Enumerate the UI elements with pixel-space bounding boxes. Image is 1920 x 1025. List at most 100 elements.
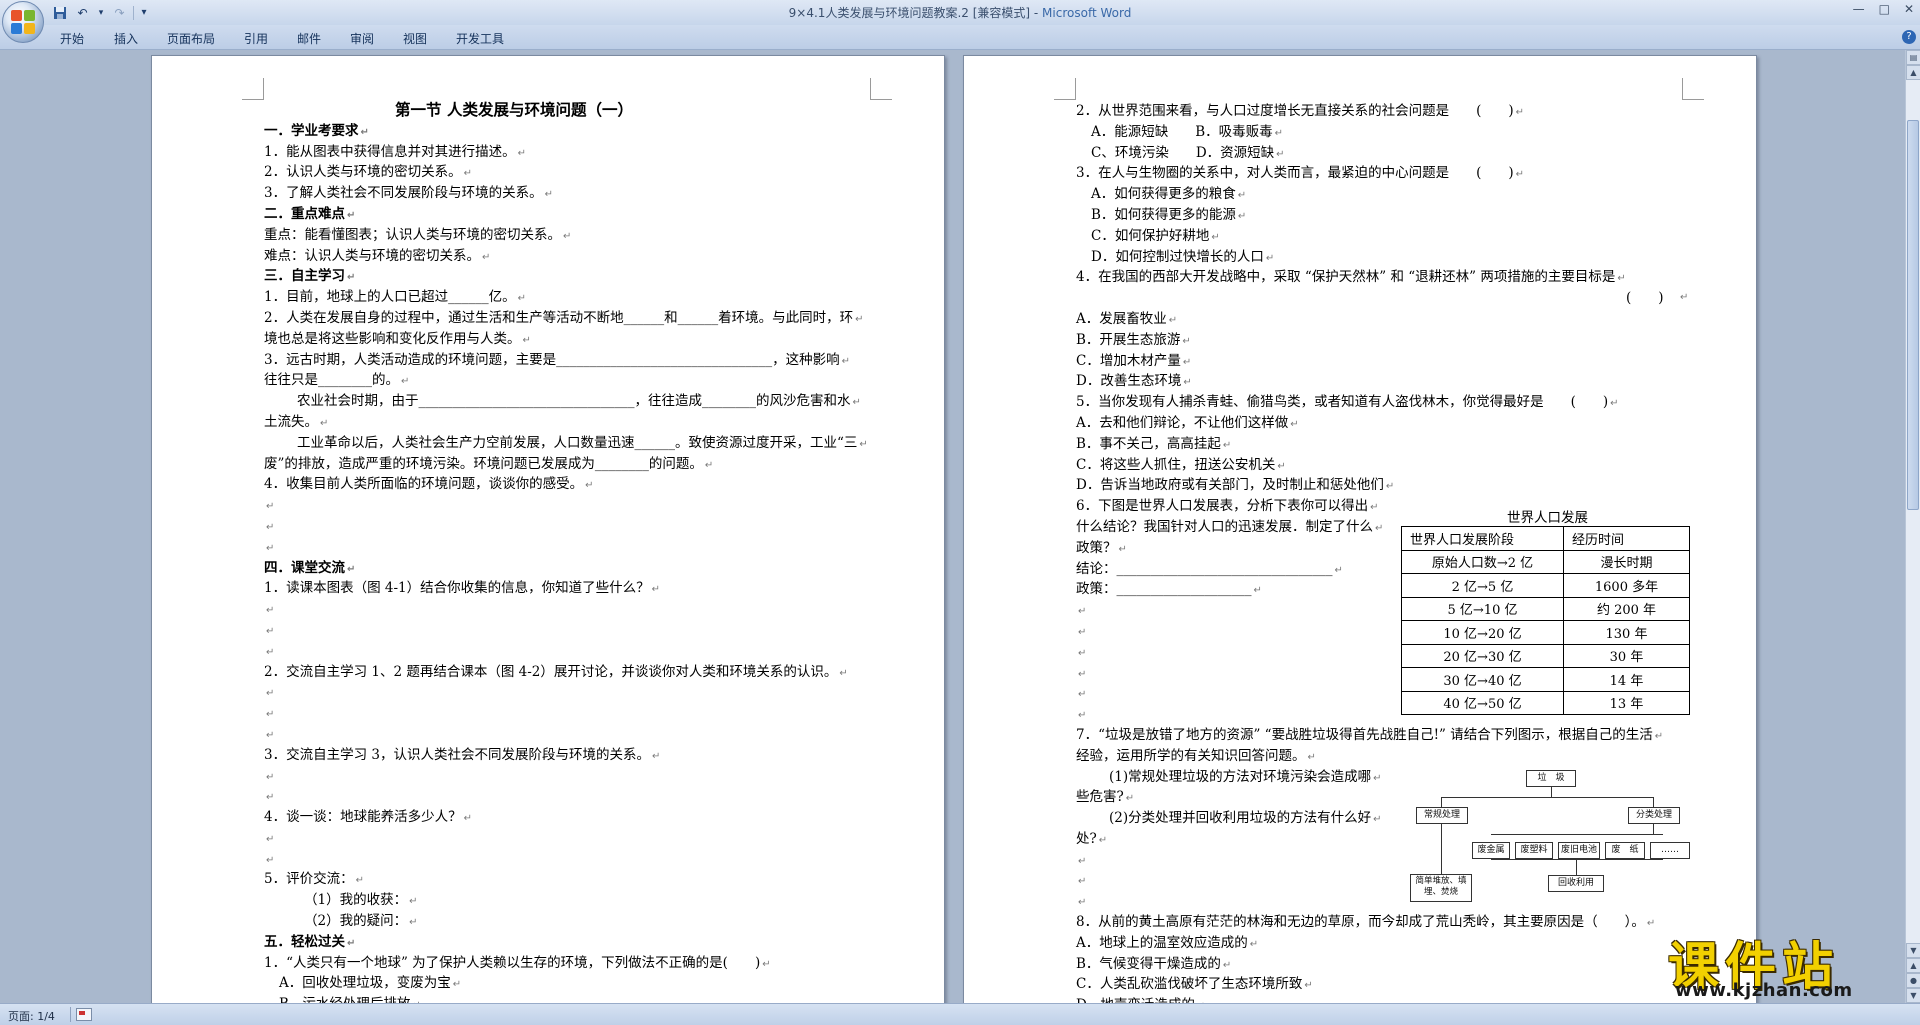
text-line[interactable]: 三．自主学习 ↵ <box>264 266 884 287</box>
text-line[interactable]: 1．读课本图表（图 4-1）结合你收集的信息，你知道了些什么？ ↵ <box>264 578 884 599</box>
text-line[interactable]: C、环境污染 D．资源短缺 ↵ <box>1076 143 1696 164</box>
tab-references[interactable]: 引用 <box>244 30 268 47</box>
text-line[interactable]: 5．评价交流： ↵ <box>264 869 884 890</box>
text-line[interactable]: ↵ <box>264 641 884 662</box>
table-cell[interactable]: 漫长时期 <box>1563 549 1690 574</box>
tab-review[interactable]: 审阅 <box>350 30 374 47</box>
text-line[interactable]: 3．在人与生物圈的关系中，对人类而言，最紧迫的中心问题是 ( ) ↵ <box>1076 163 1696 184</box>
close-button[interactable]: ✕ <box>1904 2 1914 16</box>
previous-page-icon[interactable]: ▲ <box>1906 958 1920 973</box>
text-line[interactable]: （1）我的收获： ↵ <box>264 890 884 911</box>
table-cell[interactable]: 14 年 <box>1563 667 1690 692</box>
tab-page-layout[interactable]: 页面布局 <box>167 30 215 47</box>
page-1[interactable]: 第一节 人类发展与环境问题（一） 一．学业考要求 ↵ 1．能从图表中获得信息并对其进行… <box>151 55 945 1003</box>
text-line[interactable]: ↵ <box>264 537 884 558</box>
table-cell[interactable]: 20 亿→30 亿 <box>1401 643 1564 668</box>
scrollbar-thumb[interactable] <box>1907 120 1919 510</box>
text-line[interactable]: 二．重点难点 ↵ <box>264 204 884 225</box>
text-line[interactable]: 4．在我国的西部大开发战略中，采取 “保护天然林” 和 “退耕还林” 两项措施的… <box>1076 267 1696 288</box>
text-line[interactable]: ↵ <box>264 849 884 870</box>
table-cell[interactable]: 约 200 年 <box>1563 596 1690 621</box>
tab-insert[interactable]: 插入 <box>114 30 138 47</box>
text-line[interactable]: 1．目前，地球上的人口已超过______亿。 ↵ <box>264 287 884 308</box>
text-line[interactable]: ↵ <box>264 766 884 787</box>
next-page-icon[interactable]: ▼ <box>1906 988 1920 1003</box>
text-line[interactable]: ( ) ↵ <box>1076 288 1696 309</box>
text-line[interactable]: 一．学业考要求 ↵ <box>264 121 884 142</box>
minimize-button[interactable]: — <box>1853 2 1865 16</box>
text-line[interactable]: 五．轻松过关 ↵ <box>264 932 884 953</box>
table-cell[interactable]: 30 年 <box>1563 643 1690 668</box>
text-line[interactable]: 1．“人类只有一个地球” 为了保护人类赖以生存的环境，下列做法不正确的是( ) ↵ <box>264 953 884 974</box>
table-cell[interactable]: 40 亿→50 亿 <box>1401 690 1564 715</box>
table-cell[interactable]: 世界人口发展阶段 <box>1401 526 1564 551</box>
text-line[interactable]: ↵ <box>264 495 884 516</box>
text-line[interactable]: （2）我的疑问： ↵ <box>264 911 884 932</box>
scroll-up-icon[interactable]: ▲ <box>1906 65 1920 80</box>
text-line[interactable]: D．如何控制过快增长的人口 ↵ <box>1076 247 1696 268</box>
text-line[interactable]: 第一节 人类发展与环境问题（一） <box>264 100 764 121</box>
text-line[interactable]: 3．远古时期，人类活动造成的环境问题，主要是__________________… <box>264 350 884 371</box>
macro-recording-icon[interactable] <box>76 1008 92 1021</box>
page-indicator[interactable]: 页面: 1/4 <box>8 1008 55 1024</box>
text-line[interactable]: 2．交流自主学习 1、2 题再结合课本（图 4-2）展开讨论，并谈谈你对人类和环… <box>264 662 884 683</box>
text-line[interactable]: 8．从前的黄土高原有茫茫的林海和无边的草原，而今却成了荒山秃岭，其主要原因是（ … <box>1076 912 1696 933</box>
text-line[interactable]: A．去和他们辩论，不让他们这样做 ↵ <box>1076 413 1696 434</box>
text-line[interactable]: D．告诉当地政府或有关部门，及时制止和惩处他们 ↵ <box>1076 475 1696 496</box>
page-2[interactable]: 2．从世界范围来看，与人口过度增长无直接关系的社会问题是 ( ) ↵ A．能源短缺 … <box>963 55 1757 1003</box>
text-line[interactable]: 7．“垃圾是放错了地方的资源” “要战胜垃圾得首先战胜自己!” 请结合下列图示，… <box>1076 725 1696 746</box>
text-line[interactable]: 难点：认识人类与环境的密切关系。 ↵ <box>264 246 884 267</box>
table-cell[interactable]: 130 年 <box>1563 620 1690 645</box>
table-cell[interactable]: 2 亿→5 亿 <box>1401 573 1564 598</box>
text-line[interactable]: 3．了解人类社会不同发展阶段与环境的关系。 ↵ <box>264 183 884 204</box>
text-line[interactable]: 2．人类在发展自身的过程中，通过生活和生产等活动不断地______和______… <box>264 308 884 329</box>
text-line[interactable]: 重点：能看懂图表；认识人类与环境的密切关系。 ↵ <box>264 225 884 246</box>
scroll-down-icon[interactable]: ▼ <box>1906 943 1920 958</box>
table-cell[interactable]: 1600 多年 <box>1563 573 1690 598</box>
text-line[interactable]: 4．收集目前人类所面临的环境问题，谈谈你的感受。 ↵ <box>264 474 884 495</box>
text-line[interactable]: 4．谈一谈：地球能养活多少人？ ↵ <box>264 807 884 828</box>
text-line[interactable]: 3．交流自主学习 3，认识人类社会不同发展阶段与环境的关系。 ↵ <box>264 745 884 766</box>
text-line[interactable]: ↵ <box>264 599 884 620</box>
text-line[interactable]: ↵ <box>264 786 884 807</box>
table-cell[interactable]: 13 年 <box>1563 690 1690 715</box>
text-line[interactable]: 5．当你发现有人捕杀青蛙、偷猎鸟类，或者知道有人盗伐林木，你觉得最好是 ( ) ↵ <box>1076 392 1696 413</box>
office-button[interactable] <box>2 1 44 43</box>
text-line[interactable]: C．增加木材产量 ↵ <box>1076 351 1696 372</box>
text-line[interactable]: A．回收处理垃圾，变废为宝 ↵ <box>264 973 884 994</box>
text-line[interactable]: 往往只是________的。 ↵ <box>264 370 884 391</box>
text-line[interactable]: C．将这些人抓住，扭送公安机关 ↵ <box>1076 455 1696 476</box>
tab-developer[interactable]: 开发工具 <box>456 30 504 47</box>
text-line[interactable]: B．气候变得干燥造成的 ↵ <box>1076 954 1696 975</box>
text-line[interactable]: 农业社会时期，由于_______________________________… <box>264 391 884 412</box>
text-line[interactable]: 四．课堂交流 ↵ <box>264 558 884 579</box>
text-line[interactable]: D．地壳变迁造成的↵ <box>1076 995 1696 1003</box>
select-browse-object-icon[interactable]: ● <box>1906 973 1920 988</box>
text-line[interactable]: ↵ <box>264 620 884 641</box>
page-1-text[interactable]: 第一节 人类发展与环境问题（一） 一．学业考要求 ↵ 1．能从图表中获得信息并对其进行… <box>264 100 884 1003</box>
text-line[interactable]: 土流失。 ↵ <box>264 412 884 433</box>
table-cell[interactable]: 5 亿→10 亿 <box>1401 596 1564 621</box>
text-line[interactable]: C．人类乱砍滥伐破坏了生态环境所致 ↵ <box>1076 974 1696 995</box>
text-line[interactable]: 2．认识人类与环境的密切关系。 ↵ <box>264 162 884 183</box>
text-line[interactable]: ↵ <box>264 703 884 724</box>
text-line[interactable]: 6．下图是世界人口发展表，分析下表你可以得出 ↵ <box>1076 496 1696 517</box>
text-line[interactable]: 1．能从图表中获得信息并对其进行描述。 ↵ <box>264 142 884 163</box>
tab-home[interactable]: 开始 <box>60 30 84 47</box>
text-line[interactable]: A．如何获得更多的粮食 ↵ <box>1076 184 1696 205</box>
table-cell[interactable]: 经历时间 <box>1563 526 1690 551</box>
text-line[interactable]: B．污水经处理后排放↵ <box>264 994 884 1003</box>
text-line[interactable]: A．发展畜牧业 ↵ <box>1076 309 1696 330</box>
ruler-toggle-icon[interactable]: ▤ <box>1906 50 1920 65</box>
text-line[interactable]: B．开展生态旅游 ↵ <box>1076 330 1696 351</box>
text-line[interactable]: 工业革命以后，人类社会生产力空前发展，人口数量迅速______。致使资源过度开采… <box>264 433 884 454</box>
text-line[interactable]: ↵ <box>264 516 884 537</box>
vertical-scrollbar[interactable]: ▤ ▲ ▼ ▲ ● ▼ <box>1905 50 1920 1003</box>
table-cell[interactable]: 10 亿→20 亿 <box>1401 620 1564 645</box>
maximize-button[interactable]: □ <box>1879 2 1890 16</box>
text-line[interactable]: A．能源短缺 B．吸毒贩毒 ↵ <box>1076 122 1696 143</box>
table-cell[interactable]: 30 亿→40 亿 <box>1401 667 1564 692</box>
text-line[interactable]: C．如何保护好耕地 ↵ <box>1076 226 1696 247</box>
tab-view[interactable]: 视图 <box>403 30 427 47</box>
text-line[interactable]: ↵ <box>264 724 884 745</box>
